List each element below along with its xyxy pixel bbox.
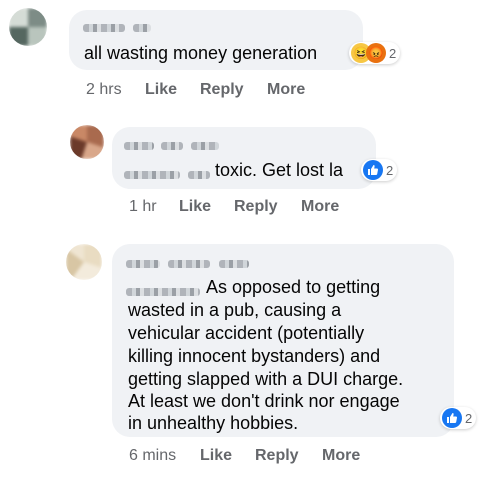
reaction-count: 2 xyxy=(386,162,394,178)
more-link[interactable]: More xyxy=(301,198,339,216)
comment-time[interactable]: 6 mins xyxy=(129,447,176,465)
reply-link[interactable]: Reply xyxy=(234,198,278,216)
commenter-name-redacted[interactable] xyxy=(83,19,152,37)
comment-text-line: wasted in a pub, causing a xyxy=(128,300,342,320)
comment-bubble: toxic. Get lost la xyxy=(112,127,376,189)
angry-icon: 😡 xyxy=(366,43,386,63)
reply-link[interactable]: Reply xyxy=(255,447,299,465)
comment-text-line: As opposed to getting xyxy=(206,277,381,297)
comment-text: all wasting money generation xyxy=(84,43,318,63)
like-link[interactable]: Like xyxy=(200,447,232,465)
commenter-avatar[interactable] xyxy=(66,244,102,280)
reaction-summary[interactable]: 2 xyxy=(361,159,398,181)
commenter-avatar[interactable] xyxy=(70,125,104,159)
comment-text-line: getting slapped with a DUI charge. xyxy=(128,369,404,389)
comment-text-line: At least we don't drink nor engage xyxy=(128,391,400,411)
comment-time[interactable]: 1 hr xyxy=(129,198,157,216)
comment-bubble: As opposed to getting wasted in a pub, c… xyxy=(112,244,454,437)
comment-meta: 1 hr Like Reply More xyxy=(129,198,429,218)
comment-text-line: vehicular accident (potentially xyxy=(128,323,365,343)
commenter-avatar[interactable] xyxy=(9,8,47,46)
like-link[interactable]: Like xyxy=(145,81,177,99)
reply-link[interactable]: Reply xyxy=(200,81,244,99)
reaction-summary[interactable]: 2 xyxy=(440,407,477,429)
comment-meta: 2 hrs Like Reply More xyxy=(86,81,386,101)
like-icon xyxy=(363,160,383,180)
mention-redacted[interactable] xyxy=(124,166,211,184)
comment-bubble: all wasting money generation xyxy=(69,10,363,70)
comment-text: toxic. Get lost la xyxy=(215,160,344,180)
comment-text-line: killing innocent bystanders) and xyxy=(128,346,381,366)
more-link[interactable]: More xyxy=(267,81,305,99)
comment-text-line: in unhealthy hobbies. xyxy=(128,413,299,433)
commenter-name-redacted[interactable] xyxy=(126,255,249,273)
reaction-count: 2 xyxy=(389,45,397,61)
commenter-name-redacted[interactable] xyxy=(124,137,219,155)
like-link[interactable]: Like xyxy=(179,198,211,216)
reaction-count: 2 xyxy=(465,410,473,426)
comment-meta: 6 mins Like Reply More xyxy=(129,447,429,467)
more-link[interactable]: More xyxy=(322,447,360,465)
like-icon xyxy=(442,408,462,428)
reaction-summary[interactable]: 😆 😡 2 xyxy=(349,42,401,64)
comment-time[interactable]: 2 hrs xyxy=(86,81,122,99)
